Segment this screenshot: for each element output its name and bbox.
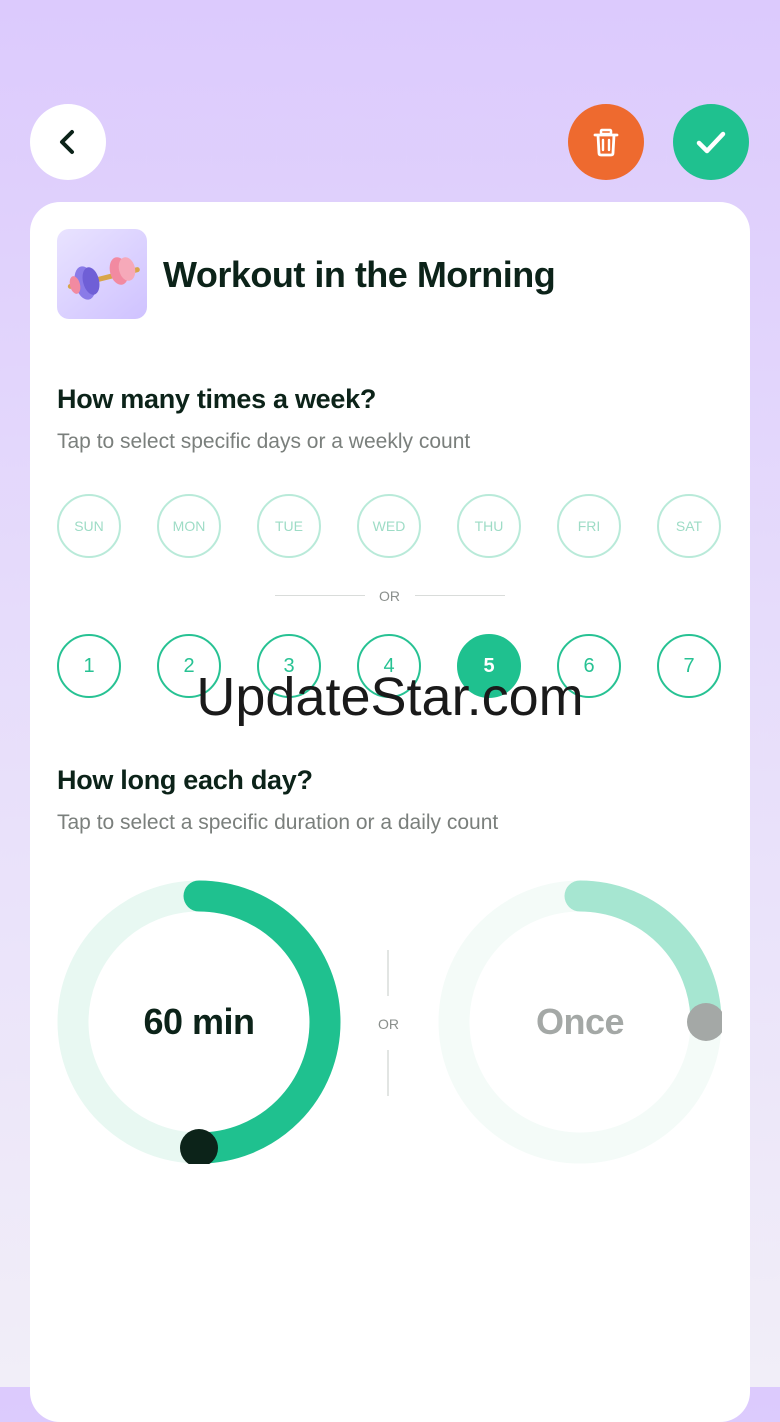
count-dial[interactable]: Once — [438, 880, 725, 1164]
divider-line-left — [275, 595, 365, 596]
habit-card: Workout in the Morning How many times a … — [30, 202, 750, 1422]
count-6[interactable]: 6 — [557, 634, 621, 698]
duration-subtitle: Tap to select a specific duration or a d… — [57, 811, 499, 834]
check-icon — [696, 131, 726, 154]
duration-dial[interactable]: 60 min — [57, 880, 341, 1167]
confirm-button[interactable] — [673, 104, 749, 180]
count-7[interactable]: 7 — [657, 634, 721, 698]
day-thu[interactable]: THU — [457, 494, 521, 558]
frequency-subtitle: Tap to select specific days or a weekly … — [57, 430, 471, 453]
day-tue[interactable]: TUE — [257, 494, 321, 558]
day-fri[interactable]: FRI — [557, 494, 621, 558]
frequency-title: How many times a week? — [57, 384, 377, 414]
or-label: OR — [379, 588, 400, 604]
day-wed[interactable]: WED — [357, 494, 421, 558]
day-sat[interactable]: SAT — [657, 494, 721, 558]
dumbbell-icon — [57, 229, 147, 319]
trash-icon — [593, 128, 619, 157]
count-4[interactable]: 4 — [357, 634, 421, 698]
day-sun[interactable]: SUN — [57, 494, 121, 558]
count-value: Once — [535, 1001, 625, 1042]
duration-title: How long each day? — [57, 765, 313, 795]
day-mon[interactable]: MON — [157, 494, 221, 558]
delete-button[interactable] — [568, 104, 644, 180]
count-1[interactable]: 1 — [57, 634, 121, 698]
count-5-selected[interactable]: 5 — [457, 634, 521, 698]
divider-line-right — [415, 595, 505, 596]
duration-value: 60 min — [143, 1001, 255, 1042]
back-button[interactable] — [30, 104, 106, 180]
divider-line-top — [387, 950, 389, 996]
habit-title: Workout in the Morning — [163, 254, 556, 295]
chevron-left-icon — [60, 130, 74, 154]
count-3[interactable]: 3 — [257, 634, 321, 698]
divider-line-bottom — [387, 1050, 389, 1096]
or-label-vertical: OR — [378, 1016, 399, 1032]
count-2[interactable]: 2 — [157, 634, 221, 698]
